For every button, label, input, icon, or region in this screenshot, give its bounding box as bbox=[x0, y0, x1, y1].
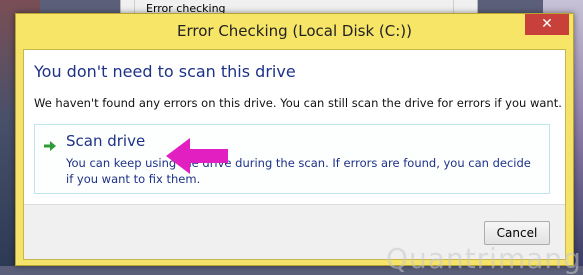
close-button[interactable]: ✕ bbox=[525, 14, 569, 35]
green-arrow-right-icon bbox=[44, 141, 56, 151]
close-icon: ✕ bbox=[541, 16, 553, 32]
main-instruction: You don't need to scan this drive bbox=[34, 62, 296, 81]
error-checking-dialog: Error Checking (Local Disk (C:)) ✕ You d… bbox=[15, 13, 581, 275]
dialog-content: You don't need to scan this drive We hav… bbox=[23, 49, 566, 260]
scan-drive-description: You can keep using the drive during the … bbox=[66, 156, 531, 186]
scan-drive-title: Scan drive bbox=[66, 132, 146, 150]
title-bar[interactable]: Error Checking (Local Disk (C:)) ✕ bbox=[16, 14, 573, 49]
watermark-logo: Quantrimang bbox=[386, 242, 582, 275]
description-text: We haven't found any errors on this driv… bbox=[34, 96, 562, 110]
dialog-title: Error Checking (Local Disk (C:)) bbox=[176, 22, 412, 40]
annotation-arrow-icon bbox=[166, 138, 228, 174]
scan-drive-command-link[interactable]: Scan drive You can keep using the drive … bbox=[34, 124, 550, 194]
